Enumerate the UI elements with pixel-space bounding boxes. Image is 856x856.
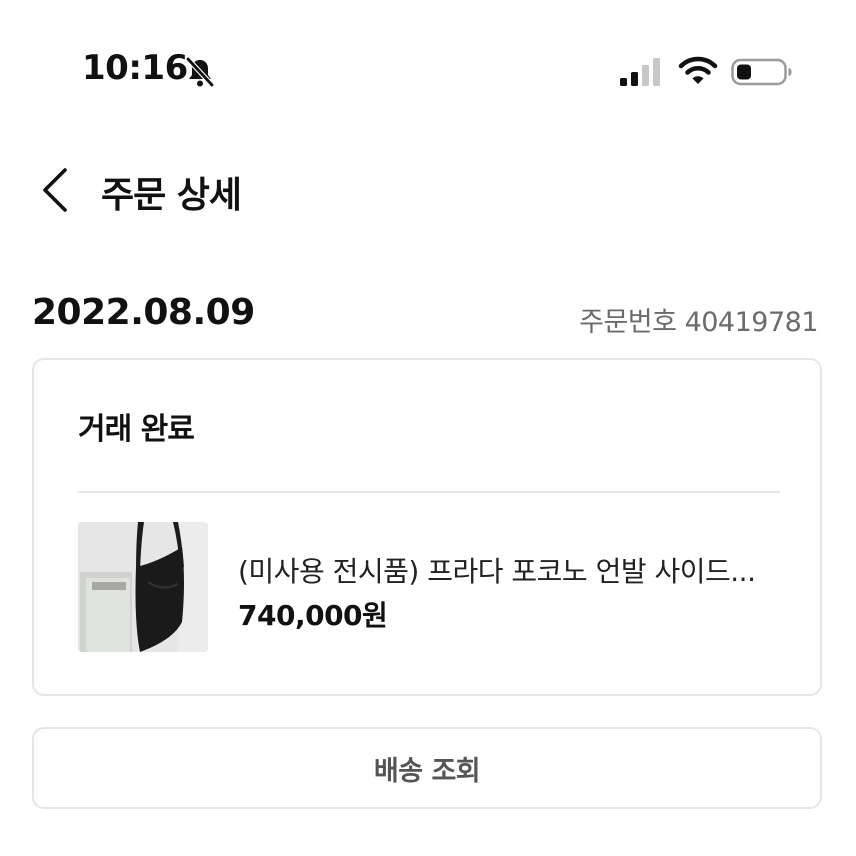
order-status: 거래 완료 [78,412,195,447]
order-date: 2022.08.09 [32,292,255,333]
status-time: 10:16 [82,48,188,88]
card-divider [78,491,780,493]
product-name: (미사용 전시품) 프라다 포코노 언발 사이드... [238,555,756,588]
shipping-track-button[interactable]: 배송 조회 [32,727,822,809]
signal-icon [620,58,660,86]
order-detail-screen: 10:16 주문 상세 2022.08.09 주문번호 40419781 거래 … [0,0,856,856]
battery-icon [731,58,792,86]
bell-slash-icon [186,57,214,87]
order-number: 주문번호 40419781 [579,307,818,338]
product-item[interactable]: (미사용 전시품) 프라다 포코노 언발 사이드... 740,000원 [78,522,780,654]
wifi-icon [678,56,718,84]
status-bar: 10:16 [0,0,856,140]
chevron-left-icon[interactable] [34,164,78,216]
order-card: 거래 완료 (미사용 전시품) 프라다 포코노 언발 사이드... 740,00… [32,358,822,696]
product-price: 740,000원 [238,599,388,632]
page-title: 주문 상세 [101,175,242,216]
product-image [78,522,208,652]
product-thumbnail [78,522,208,652]
